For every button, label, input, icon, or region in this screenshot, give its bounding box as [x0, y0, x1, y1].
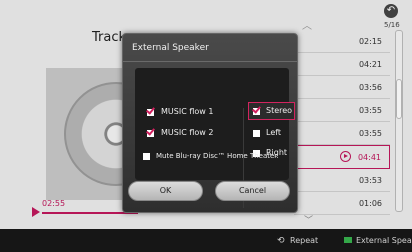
- dialog-divider: [123, 61, 297, 62]
- options-panel: MUSIC flow 1 MUSIC flow 2 Stereo Left Ri…: [135, 68, 295, 208]
- dialog-title: External Speaker: [132, 43, 209, 53]
- mute-checkbox[interactable]: [143, 153, 150, 160]
- screen: Track 02:55 ↶ 5/16 ︿ 02:15 04:21 03:56 0…: [0, 0, 412, 252]
- music-flow-1-checkbox[interactable]: [147, 109, 154, 116]
- stereo-checkbox[interactable]: [253, 108, 260, 115]
- left-label[interactable]: Left: [266, 128, 281, 137]
- mute-label[interactable]: Mute Blu-ray Disc™ Home Theater.: [156, 152, 279, 160]
- cancel-button[interactable]: Cancel: [215, 181, 290, 201]
- stereo-label[interactable]: Stereo: [266, 106, 292, 115]
- ok-button[interactable]: OK: [128, 181, 203, 201]
- music-flow-2-checkbox[interactable]: [147, 130, 154, 137]
- music-flow-2-label[interactable]: MUSIC flow 2: [161, 128, 213, 137]
- music-flow-1-label[interactable]: MUSIC flow 1: [161, 107, 213, 116]
- left-checkbox[interactable]: [253, 130, 260, 137]
